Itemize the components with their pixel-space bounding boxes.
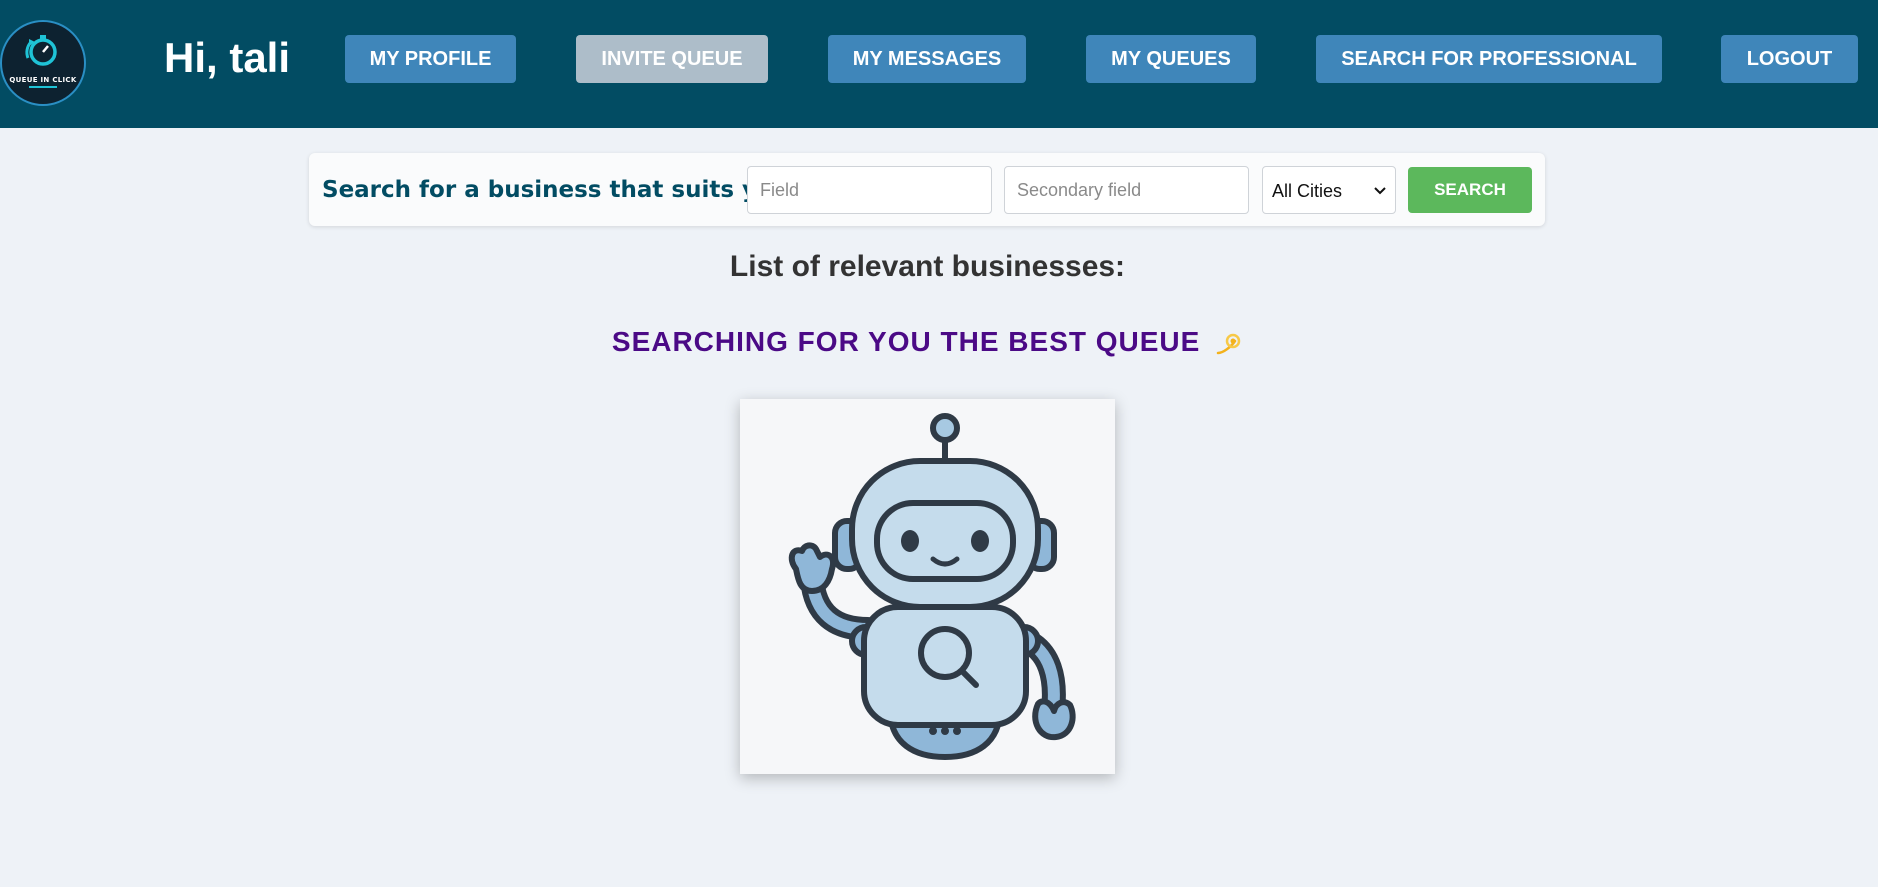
dizzy-icon (1216, 333, 1241, 354)
city-select-value: All Cities (1272, 181, 1343, 201)
robot-searching-icon (788, 413, 1076, 760)
invite-queue-button[interactable]: INVITE QUEUE (576, 35, 768, 83)
field-input[interactable] (747, 166, 992, 214)
logout-button[interactable]: LOGOUT (1721, 35, 1858, 83)
queue-in-click-logo[interactable]: QUEUE IN CLICK (0, 20, 86, 106)
my-queues-button[interactable]: MY QUEUES (1086, 35, 1256, 83)
secondary-field-input[interactable] (1004, 166, 1249, 214)
searching-status: SEARCHING FOR YOU THE BEST QUEUE (0, 324, 1855, 360)
logo-subtext-line (29, 86, 57, 88)
search-label: Search for a business that suits you: (322, 177, 799, 203)
user-greeting: Hi, tali (164, 34, 291, 81)
businesses-list-heading: List of relevant businesses: (729, 250, 1126, 283)
my-profile-button[interactable]: MY PROFILE (345, 35, 516, 83)
searching-status-text: SEARCHING FOR YOU THE BEST QUEUE (611, 326, 1201, 357)
logo-text: QUEUE IN CLICK (9, 76, 77, 84)
robot-searching-image (740, 399, 1115, 774)
search-for-professional-button[interactable]: SEARCH FOR PROFESSIONAL (1316, 35, 1662, 83)
chevron-down-icon (1374, 187, 1386, 195)
top-navigation-bar: QUEUE IN CLICK Hi, tali MY PROFILE INVIT… (0, 0, 1878, 128)
business-search-panel: Search for a business that suits you: Al… (309, 153, 1545, 226)
search-button[interactable]: SEARCH (1408, 167, 1532, 213)
city-select[interactable]: All Cities (1262, 166, 1396, 214)
stopwatch-logo-icon (25, 35, 57, 66)
my-messages-button[interactable]: MY MESSAGES (828, 35, 1026, 83)
